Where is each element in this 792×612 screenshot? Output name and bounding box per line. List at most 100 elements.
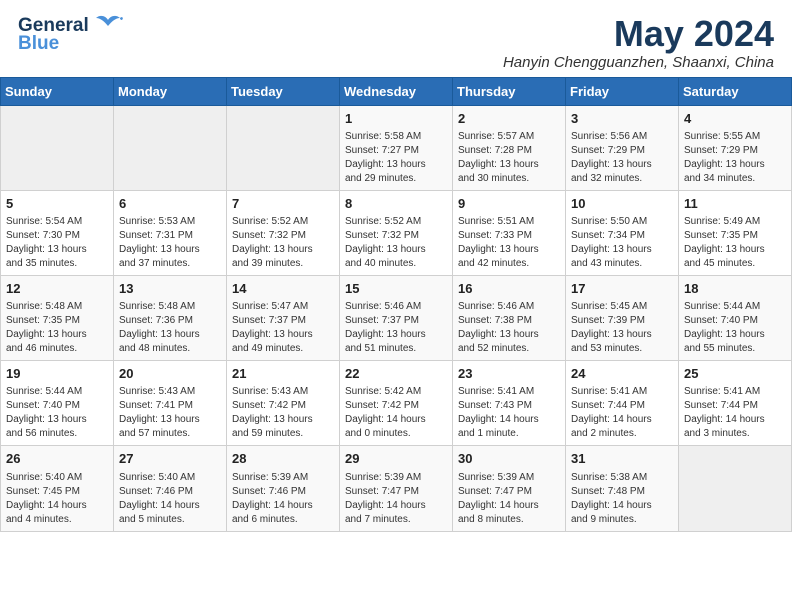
calendar-cell bbox=[114, 105, 227, 190]
calendar-cell: 27Sunrise: 5:40 AM Sunset: 7:46 PM Dayli… bbox=[114, 446, 227, 531]
calendar-cell bbox=[1, 105, 114, 190]
calendar-cell: 17 Sunrise: 5:45 AM Sunset: 7:39 PM Dayli… bbox=[566, 275, 679, 360]
day-number: 8 bbox=[345, 195, 447, 213]
day-info: Sunrise: 5:54 AM Sunset: 7:30 PM Dayligh… bbox=[6, 215, 108, 271]
day-number: 22 bbox=[345, 365, 447, 383]
day-number: 7 bbox=[232, 195, 334, 213]
calendar-cell: 21Sunrise: 5:43 AM Sunset: 7:42 PM Dayli… bbox=[227, 361, 340, 446]
calendar-cell: 16 Sunrise: 5:46 AM Sunset: 7:38 PM Dayli… bbox=[453, 275, 566, 360]
day-number: 3 bbox=[571, 110, 673, 128]
day-number: 14 bbox=[232, 280, 334, 298]
calendar-cell: 31 Sunrise: 5:38 AM Sunset: 7:48 PM Dayli… bbox=[566, 446, 679, 531]
calendar-cell: 24 Sunrise: 5:41 AM Sunset: 7:44 PM Dayli… bbox=[566, 361, 679, 446]
header: General Blue May 2024 Hanyin Chengguanzh… bbox=[0, 0, 792, 77]
day-number: 2 bbox=[458, 110, 560, 128]
day-info: Sunrise: 5:45 AM Sunset: 7:39 PM Dayligh… bbox=[571, 300, 673, 356]
day-info: Sunrise: 5:52 AM Sunset: 7:32 PM Dayligh… bbox=[345, 215, 447, 271]
day-number: 1 bbox=[345, 110, 447, 128]
day-info: Sunrise: 5:47 AM Sunset: 7:37 PM Dayligh… bbox=[232, 300, 334, 356]
day-info: Sunrise: 5:55 AM Sunset: 7:29 PM Dayligh… bbox=[684, 130, 786, 186]
calendar-cell: 9Sunrise: 5:51 AM Sunset: 7:33 PM Daylig… bbox=[453, 190, 566, 275]
day-info: Sunrise: 5:53 AM Sunset: 7:31 PM Dayligh… bbox=[119, 215, 221, 271]
day-number: 10 bbox=[571, 195, 673, 213]
day-number: 21 bbox=[232, 365, 334, 383]
logo-blue: Blue bbox=[18, 34, 59, 53]
logo-bird-icon bbox=[92, 14, 124, 36]
calendar-cell: 20 Sunrise: 5:43 AM Sunset: 7:41 PM Dayli… bbox=[114, 361, 227, 446]
calendar-cell: 14 Sunrise: 5:47 AM Sunset: 7:37 PM Dayli… bbox=[227, 275, 340, 360]
col-header-thursday: Thursday bbox=[453, 77, 566, 105]
day-number: 4 bbox=[684, 110, 786, 128]
title-block: May 2024 Hanyin Chengguanzhen, Shaanxi, … bbox=[503, 14, 774, 71]
day-info: Sunrise: 5:39 AM Sunset: 7:46 PM Dayligh… bbox=[232, 471, 334, 527]
location: Hanyin Chengguanzhen, Shaanxi, China bbox=[503, 54, 774, 71]
day-number: 9 bbox=[458, 195, 560, 213]
day-info: Sunrise: 5:42 AM Sunset: 7:42 PM Dayligh… bbox=[345, 385, 447, 441]
day-info: Sunrise: 5:38 AM Sunset: 7:48 PM Dayligh… bbox=[571, 471, 673, 527]
calendar-cell: 10 Sunrise: 5:50 AM Sunset: 7:34 PM Dayli… bbox=[566, 190, 679, 275]
day-info: Sunrise: 5:48 AM Sunset: 7:36 PM Dayligh… bbox=[119, 300, 221, 356]
day-number: 30 bbox=[458, 450, 560, 468]
day-info: Sunrise: 5:46 AM Sunset: 7:38 PM Dayligh… bbox=[458, 300, 560, 356]
day-info: Sunrise: 5:39 AM Sunset: 7:47 PM Dayligh… bbox=[458, 471, 560, 527]
day-info: Sunrise: 5:41 AM Sunset: 7:43 PM Dayligh… bbox=[458, 385, 560, 441]
calendar-cell: 1Sunrise: 5:58 AM Sunset: 7:27 PM Daylig… bbox=[340, 105, 453, 190]
calendar-cell bbox=[679, 446, 792, 531]
day-number: 5 bbox=[6, 195, 108, 213]
calendar-cell: 15 Sunrise: 5:46 AM Sunset: 7:37 PM Dayli… bbox=[340, 275, 453, 360]
day-info: Sunrise: 5:44 AM Sunset: 7:40 PM Dayligh… bbox=[684, 300, 786, 356]
col-header-sunday: Sunday bbox=[1, 77, 114, 105]
day-number: 24 bbox=[571, 365, 673, 383]
calendar-cell: 18 Sunrise: 5:44 AM Sunset: 7:40 PM Dayli… bbox=[679, 275, 792, 360]
day-info: Sunrise: 5:41 AM Sunset: 7:44 PM Dayligh… bbox=[571, 385, 673, 441]
day-info: Sunrise: 5:50 AM Sunset: 7:34 PM Dayligh… bbox=[571, 215, 673, 271]
day-number: 13 bbox=[119, 280, 221, 298]
day-number: 20 bbox=[119, 365, 221, 383]
calendar-week-row: 19Sunrise: 5:44 AM Sunset: 7:40 PM Dayli… bbox=[1, 361, 792, 446]
day-number: 26 bbox=[6, 450, 108, 468]
day-number: 12 bbox=[6, 280, 108, 298]
calendar-cell: 23 Sunrise: 5:41 AM Sunset: 7:43 PM Dayli… bbox=[453, 361, 566, 446]
day-info: Sunrise: 5:57 AM Sunset: 7:28 PM Dayligh… bbox=[458, 130, 560, 186]
day-number: 25 bbox=[684, 365, 786, 383]
calendar-cell: 26 Sunrise: 5:40 AM Sunset: 7:45 PM Dayli… bbox=[1, 446, 114, 531]
day-number: 16 bbox=[458, 280, 560, 298]
calendar-cell: 28 Sunrise: 5:39 AM Sunset: 7:46 PM Dayli… bbox=[227, 446, 340, 531]
day-number: 23 bbox=[458, 365, 560, 383]
col-header-monday: Monday bbox=[114, 77, 227, 105]
day-number: 11 bbox=[684, 195, 786, 213]
calendar-cell: 25 Sunrise: 5:41 AM Sunset: 7:44 PM Dayli… bbox=[679, 361, 792, 446]
calendar-cell: 30 Sunrise: 5:39 AM Sunset: 7:47 PM Dayli… bbox=[453, 446, 566, 531]
day-number: 17 bbox=[571, 280, 673, 298]
day-number: 29 bbox=[345, 450, 447, 468]
calendar-cell: 19Sunrise: 5:44 AM Sunset: 7:40 PM Dayli… bbox=[1, 361, 114, 446]
logo: General Blue bbox=[18, 14, 124, 53]
day-number: 15 bbox=[345, 280, 447, 298]
calendar-week-row: 12 Sunrise: 5:48 AM Sunset: 7:35 PM Dayli… bbox=[1, 275, 792, 360]
calendar-cell: 13 Sunrise: 5:48 AM Sunset: 7:36 PM Dayli… bbox=[114, 275, 227, 360]
day-info: Sunrise: 5:41 AM Sunset: 7:44 PM Dayligh… bbox=[684, 385, 786, 441]
calendar-cell: 8 Sunrise: 5:52 AM Sunset: 7:32 PM Daylig… bbox=[340, 190, 453, 275]
month-year: May 2024 bbox=[503, 14, 774, 54]
day-number: 31 bbox=[571, 450, 673, 468]
calendar-cell bbox=[227, 105, 340, 190]
day-number: 6 bbox=[119, 195, 221, 213]
calendar-cell: 22 Sunrise: 5:42 AM Sunset: 7:42 PM Dayli… bbox=[340, 361, 453, 446]
day-number: 18 bbox=[684, 280, 786, 298]
calendar-week-row: 26 Sunrise: 5:40 AM Sunset: 7:45 PM Dayli… bbox=[1, 446, 792, 531]
calendar-cell: 3Sunrise: 5:56 AM Sunset: 7:29 PM Daylig… bbox=[566, 105, 679, 190]
day-number: 19 bbox=[6, 365, 108, 383]
day-info: Sunrise: 5:46 AM Sunset: 7:37 PM Dayligh… bbox=[345, 300, 447, 356]
calendar-week-row: 1Sunrise: 5:58 AM Sunset: 7:27 PM Daylig… bbox=[1, 105, 792, 190]
page-container: General Blue May 2024 Hanyin Chengguanzh… bbox=[0, 0, 792, 532]
day-info: Sunrise: 5:49 AM Sunset: 7:35 PM Dayligh… bbox=[684, 215, 786, 271]
day-info: Sunrise: 5:40 AM Sunset: 7:45 PM Dayligh… bbox=[6, 471, 108, 527]
calendar-cell: 2 Sunrise: 5:57 AM Sunset: 7:28 PM Daylig… bbox=[453, 105, 566, 190]
col-header-wednesday: Wednesday bbox=[340, 77, 453, 105]
calendar-cell: 7Sunrise: 5:52 AM Sunset: 7:32 PM Daylig… bbox=[227, 190, 340, 275]
col-header-friday: Friday bbox=[566, 77, 679, 105]
day-info: Sunrise: 5:43 AM Sunset: 7:41 PM Dayligh… bbox=[119, 385, 221, 441]
day-info: Sunrise: 5:48 AM Sunset: 7:35 PM Dayligh… bbox=[6, 300, 108, 356]
day-number: 28 bbox=[232, 450, 334, 468]
day-info: Sunrise: 5:40 AM Sunset: 7:46 PM Dayligh… bbox=[119, 471, 221, 527]
